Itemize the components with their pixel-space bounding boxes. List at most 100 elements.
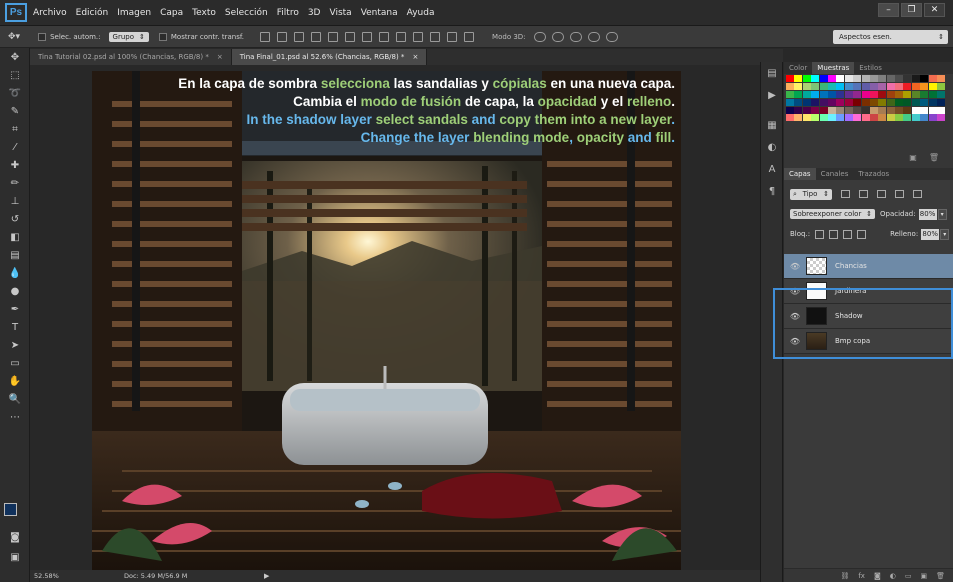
tab-layers[interactable]: Capas bbox=[784, 168, 816, 180]
color-swatch[interactable] bbox=[928, 114, 937, 122]
color-swatch[interactable] bbox=[786, 75, 794, 82]
zoom-tool-icon[interactable]: 🔍 bbox=[0, 390, 30, 408]
zoom-level[interactable]: 52.58% bbox=[30, 572, 70, 580]
color-swatch[interactable] bbox=[937, 98, 946, 106]
blend-mode-dropdown[interactable]: Sobreexponer color ⇕ bbox=[790, 209, 875, 219]
color-swatch[interactable] bbox=[869, 90, 878, 98]
distribute-center-icon[interactable] bbox=[430, 31, 441, 42]
color-swatch[interactable] bbox=[903, 75, 912, 82]
color-swatch[interactable] bbox=[811, 106, 820, 114]
fill-input[interactable]: 80% bbox=[921, 228, 940, 240]
color-swatch[interactable] bbox=[928, 106, 937, 114]
color-swatch[interactable] bbox=[802, 98, 811, 106]
crop-tool-icon[interactable]: ⌗ bbox=[0, 120, 30, 138]
color-swatch[interactable] bbox=[786, 98, 794, 106]
color-swatch[interactable] bbox=[794, 90, 803, 98]
close-icon[interactable]: × bbox=[217, 53, 223, 61]
color-swatch[interactable] bbox=[844, 114, 853, 122]
menu-capa[interactable]: Capa bbox=[160, 8, 183, 18]
color-swatch[interactable] bbox=[844, 106, 853, 114]
color-swatch[interactable] bbox=[794, 114, 803, 122]
color-swatch[interactable] bbox=[794, 98, 803, 106]
align-left-icon[interactable] bbox=[311, 31, 322, 42]
color-swatch[interactable] bbox=[827, 90, 836, 98]
tab-tina-tutorial[interactable]: Tina Tutorial 02.psd al 100% (Chancias, … bbox=[30, 49, 232, 65]
color-swatch[interactable] bbox=[836, 82, 845, 90]
close-icon[interactable]: × bbox=[412, 53, 418, 61]
color-swatch[interactable] bbox=[895, 75, 904, 82]
history-brush-tool-icon[interactable]: ↺ bbox=[0, 210, 30, 228]
color-swatch[interactable] bbox=[869, 75, 878, 82]
align-bottom-icon[interactable] bbox=[294, 31, 305, 42]
pixel-filter-icon[interactable] bbox=[841, 190, 850, 198]
lock-all-icon[interactable] bbox=[857, 229, 867, 239]
color-swatch[interactable] bbox=[937, 90, 946, 98]
color-swatches[interactable] bbox=[4, 503, 28, 527]
menu-ventana[interactable]: Ventana bbox=[361, 8, 398, 18]
color-swatch[interactable] bbox=[886, 98, 895, 106]
color-swatch[interactable] bbox=[802, 75, 811, 82]
align-center-icon[interactable] bbox=[328, 31, 339, 42]
distribute-middle-icon[interactable] bbox=[379, 31, 390, 42]
tab-tina-final[interactable]: Tina Final_01.psd al 52.6% (Chancias, RG… bbox=[231, 49, 428, 65]
color-swatch[interactable] bbox=[869, 98, 878, 106]
more-tools-icon[interactable]: ⋯ bbox=[0, 408, 30, 426]
distribute-left-icon[interactable] bbox=[413, 31, 424, 42]
color-swatch[interactable] bbox=[802, 82, 811, 90]
new-swatch-icon[interactable]: ▣ bbox=[909, 153, 917, 162]
color-swatch[interactable] bbox=[937, 114, 946, 122]
color-swatch[interactable] bbox=[811, 90, 820, 98]
color-swatch[interactable] bbox=[853, 90, 862, 98]
color-swatch[interactable] bbox=[911, 90, 920, 98]
color-swatch[interactable] bbox=[827, 75, 836, 82]
tab-channels[interactable]: Canales bbox=[816, 168, 854, 180]
eye-icon[interactable]: 👁 bbox=[784, 262, 806, 271]
color-swatch[interactable] bbox=[886, 114, 895, 122]
color-swatch[interactable] bbox=[844, 75, 853, 82]
color-swatch[interactable] bbox=[928, 82, 937, 90]
color-swatch[interactable] bbox=[836, 114, 845, 122]
color-swatch[interactable] bbox=[920, 90, 929, 98]
layer-chancias[interactable]: 👁 Chancias bbox=[784, 254, 953, 279]
color-swatch[interactable] bbox=[903, 114, 912, 122]
foreground-color[interactable] bbox=[4, 503, 17, 516]
color-swatch[interactable] bbox=[853, 98, 862, 106]
color-swatch[interactable] bbox=[861, 82, 870, 90]
color-swatch[interactable] bbox=[937, 75, 946, 82]
color-swatch[interactable] bbox=[937, 106, 946, 114]
history-icon[interactable]: ▤ bbox=[761, 62, 783, 84]
menu-3d[interactable]: 3D bbox=[308, 8, 321, 18]
tab-paths[interactable]: Trazados bbox=[853, 168, 894, 180]
color-swatch[interactable] bbox=[911, 75, 920, 82]
color-swatch[interactable] bbox=[794, 75, 803, 82]
color-swatch[interactable] bbox=[802, 114, 811, 122]
color-swatch[interactable] bbox=[937, 82, 946, 90]
color-swatch[interactable] bbox=[819, 82, 828, 90]
add-mask-icon[interactable]: ◙ bbox=[874, 572, 881, 580]
color-swatch[interactable] bbox=[903, 106, 912, 114]
slide-3d-icon[interactable] bbox=[587, 31, 600, 42]
color-swatch[interactable] bbox=[911, 98, 920, 106]
move-tool-preset-icon[interactable]: ✥▾ bbox=[8, 32, 20, 42]
shape-filter-icon[interactable] bbox=[895, 190, 904, 198]
properties-icon[interactable]: ▦ bbox=[761, 114, 783, 136]
clone-stamp-tool-icon[interactable]: ⊥ bbox=[0, 192, 30, 210]
color-swatch[interactable] bbox=[886, 75, 895, 82]
tab-styles[interactable]: Estilos bbox=[854, 62, 887, 74]
healing-brush-tool-icon[interactable]: ✚ bbox=[0, 156, 30, 174]
roll-3d-icon[interactable] bbox=[551, 31, 564, 42]
color-swatch[interactable] bbox=[844, 98, 853, 106]
color-swatch[interactable] bbox=[903, 98, 912, 106]
color-swatch[interactable] bbox=[786, 82, 794, 90]
color-swatch[interactable] bbox=[886, 90, 895, 98]
layer-style-icon[interactable]: fx bbox=[858, 572, 865, 580]
hand-tool-icon[interactable]: ✋ bbox=[0, 372, 30, 390]
eye-icon[interactable]: 👁 bbox=[784, 287, 806, 296]
eyedropper-tool-icon[interactable]: ⁄ bbox=[0, 138, 30, 156]
gradient-tool-icon[interactable]: ▤ bbox=[0, 246, 30, 264]
color-swatch[interactable] bbox=[819, 114, 828, 122]
color-swatch[interactable] bbox=[827, 114, 836, 122]
minimize-button[interactable]: – bbox=[878, 3, 899, 17]
color-swatch[interactable] bbox=[819, 90, 828, 98]
color-swatch[interactable] bbox=[878, 82, 887, 90]
